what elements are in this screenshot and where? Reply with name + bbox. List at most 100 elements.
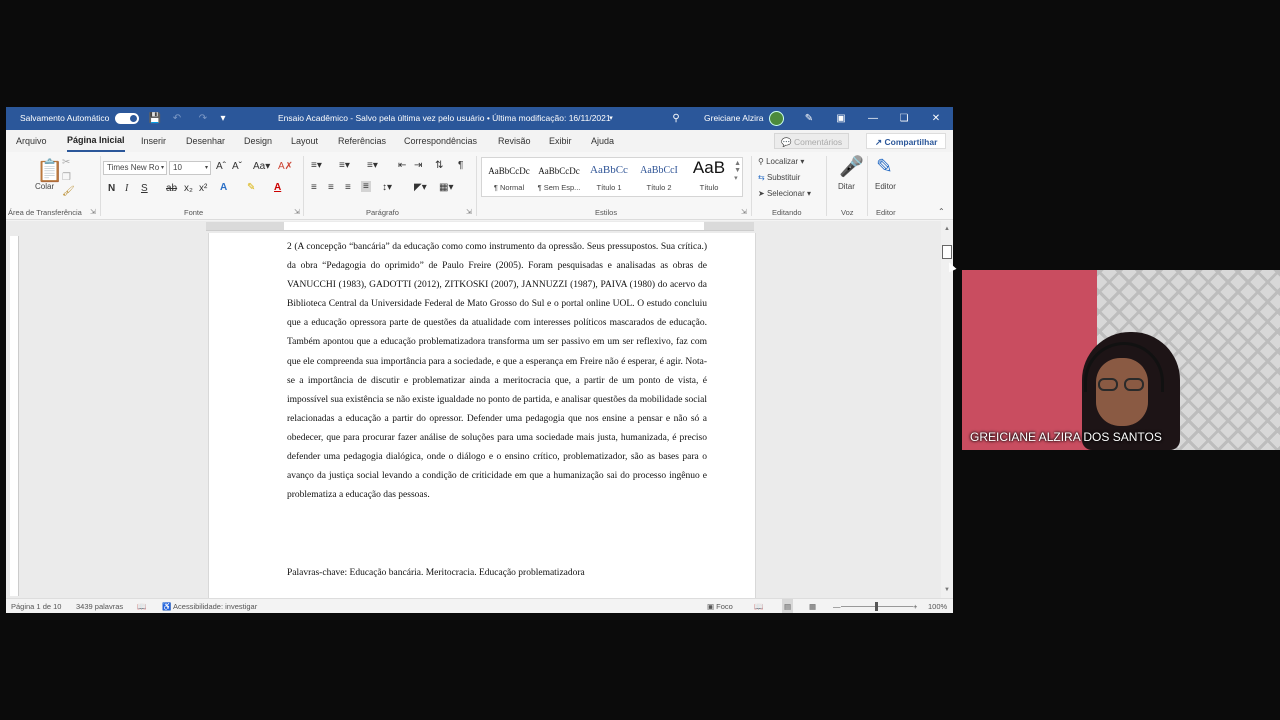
font-family-select[interactable]: Times New Ro ▾ <box>103 161 167 175</box>
style-titulo-2[interactable]: AaBbCcI Título 2 <box>634 158 684 198</box>
tab-referencias[interactable]: Referências <box>338 130 386 152</box>
customize-toolbar-icon[interactable]: ▾ <box>216 107 230 130</box>
paste-label[interactable]: Colar <box>35 182 54 191</box>
decrease-indent-icon[interactable]: ⇤ <box>398 160 406 171</box>
zoom-slider-thumb[interactable] <box>875 602 878 611</box>
show-marks-icon[interactable]: ¶ <box>458 160 463 171</box>
subscript-icon[interactable]: x₂ <box>184 183 193 194</box>
styles-scroll-icon[interactable]: ▲ ▼ ▾ <box>734 160 741 182</box>
word-count[interactable]: 3439 palavras <box>76 599 123 613</box>
font-color-icon[interactable]: A <box>274 182 281 193</box>
body-paragraph[interactable]: 2 (A concepção “bancária” da educação co… <box>287 238 707 505</box>
avatar[interactable] <box>769 111 784 126</box>
search-icon[interactable]: ⚲ <box>669 107 683 130</box>
scroll-up-icon[interactable]: ▲ <box>943 225 951 233</box>
sort-icon[interactable]: ⇅ <box>435 160 443 171</box>
font-launcher-icon[interactable]: ⇲ <box>294 208 300 216</box>
grow-font-icon[interactable]: Aˆ <box>216 161 226 172</box>
horizontal-ruler[interactable] <box>206 222 754 231</box>
editor-button[interactable]: Editor <box>875 182 896 191</box>
print-layout-icon[interactable]: ▤ <box>782 599 794 613</box>
close-icon[interactable]: ✕ <box>929 107 943 130</box>
style-normal[interactable]: AaBbCcDc ¶ Normal <box>484 158 534 198</box>
style-titulo[interactable]: AaB Título <box>684 158 734 198</box>
shrink-font-icon[interactable]: Aˇ <box>232 161 242 172</box>
collapse-ribbon-icon[interactable]: ⌃ <box>938 207 945 216</box>
select-button[interactable]: ➤ Selecionar ▾ <box>758 189 811 198</box>
change-case-icon[interactable]: Aa▾ <box>253 161 270 172</box>
undo-icon[interactable]: ↶ <box>170 107 184 130</box>
redo-icon[interactable]: ↷ <box>196 107 210 130</box>
strikethrough-icon[interactable]: ab <box>166 183 177 194</box>
font-size-select[interactable]: 10 ▾ <box>169 161 211 175</box>
paste-icon[interactable]: 📋 <box>36 158 63 184</box>
justify-icon[interactable]: ≡ <box>361 181 371 192</box>
find-button[interactable]: ⚲ Localizar ▾ <box>758 157 804 166</box>
bold-button[interactable]: N <box>108 183 115 194</box>
ribbon-display-icon[interactable]: ▣ <box>834 107 848 130</box>
vertical-ruler[interactable] <box>10 236 19 596</box>
tab-arquivo[interactable]: Arquivo <box>16 130 47 152</box>
align-right-icon[interactable]: ≡ <box>345 182 351 193</box>
align-left-icon[interactable]: ≡ <box>311 182 317 193</box>
proofing-icon[interactable]: 📖 <box>137 599 146 613</box>
style-sem-espacamento[interactable]: AaBbCcDc ¶ Sem Esp... <box>534 158 584 198</box>
save-icon[interactable]: 💾 <box>148 107 162 130</box>
pen-icon[interactable]: ✎ <box>802 107 816 130</box>
underline-button[interactable]: S <box>141 183 148 194</box>
style-titulo-1[interactable]: AaBbCc Título 1 <box>584 158 634 198</box>
tab-revisao[interactable]: Revisão <box>498 130 531 152</box>
read-mode-icon[interactable]: 📖 <box>754 599 763 613</box>
page-count[interactable]: Página 1 de 10 <box>11 599 61 613</box>
tab-exibir[interactable]: Exibir <box>549 130 572 152</box>
chevron-down-icon[interactable]: ▾ <box>604 107 618 130</box>
paragraph-launcher-icon[interactable]: ⇲ <box>466 208 472 216</box>
zoom-in-icon[interactable]: + <box>913 599 917 613</box>
clipboard-launcher-icon[interactable]: ⇲ <box>90 208 96 216</box>
tab-ajuda[interactable]: Ajuda <box>591 130 614 152</box>
scrollbar-thumb[interactable] <box>942 245 952 259</box>
borders-icon[interactable]: ▦▾ <box>439 182 453 193</box>
italic-button[interactable]: I <box>125 183 128 194</box>
numbering-icon[interactable]: ≡▾ <box>339 160 350 171</box>
focus-button[interactable]: ▣ Foco <box>707 599 733 613</box>
vertical-scrollbar[interactable]: ▲ ▼ <box>941 221 953 598</box>
microphone-icon[interactable]: 🎤 <box>839 154 864 179</box>
minimize-icon[interactable]: — <box>866 107 880 130</box>
accessibility-status[interactable]: ♿ Acessibilidade: investigar <box>162 599 257 613</box>
web-layout-icon[interactable]: ▦ <box>809 599 816 613</box>
tab-inserir[interactable]: Inserir <box>141 130 166 152</box>
tab-pagina-inicial[interactable]: Página Inicial <box>67 130 125 152</box>
clear-formatting-icon[interactable]: A✗ <box>278 161 293 172</box>
scroll-down-icon[interactable]: ▼ <box>943 586 951 594</box>
text-effects-icon[interactable]: A <box>220 182 227 193</box>
user-name[interactable]: Greiciane Alzira <box>704 107 764 130</box>
copy-icon[interactable]: ❐ <box>62 172 71 183</box>
align-center-icon[interactable]: ≡ <box>328 182 334 193</box>
format-painter-icon[interactable]: 🖌 <box>62 186 75 197</box>
keywords-line[interactable]: Palavras-chave: Educação bancária. Merit… <box>287 564 707 583</box>
styles-launcher-icon[interactable]: ⇲ <box>741 208 747 216</box>
dictate-button[interactable]: Ditar <box>838 182 855 191</box>
tab-desenhar[interactable]: Desenhar <box>186 130 225 152</box>
increase-indent-icon[interactable]: ⇥ <box>414 160 422 171</box>
zoom-out-icon[interactable]: — <box>833 599 841 613</box>
tab-design[interactable]: Design <box>244 130 272 152</box>
highlight-icon[interactable]: ✎ <box>247 182 255 193</box>
tab-layout[interactable]: Layout <box>291 130 318 152</box>
line-spacing-icon[interactable]: ↕▾ <box>382 182 392 193</box>
document-title[interactable]: Ensaio Acadêmico - Salvo pela última vez… <box>278 107 611 130</box>
replace-button[interactable]: ⇆ Substituir <box>758 173 800 182</box>
shading-icon[interactable]: ◤▾ <box>414 182 427 193</box>
multilevel-list-icon[interactable]: ≡▾ <box>367 160 378 171</box>
tab-correspondencias[interactable]: Correspondências <box>404 130 477 152</box>
zoom-level[interactable]: 100% <box>928 599 947 613</box>
superscript-icon[interactable]: x² <box>199 183 207 194</box>
restore-icon[interactable]: ❏ <box>897 107 911 130</box>
share-button[interactable]: ↗ Compartilhar <box>866 133 947 149</box>
document-page[interactable]: 2 (A concepção “bancária” da educação co… <box>208 233 756 603</box>
autosave-toggle[interactable] <box>115 113 139 124</box>
editor-icon[interactable]: ✎ <box>876 154 893 179</box>
cut-icon[interactable]: ✂ <box>62 157 70 168</box>
comments-button[interactable]: 💬 Comentários <box>774 133 850 149</box>
